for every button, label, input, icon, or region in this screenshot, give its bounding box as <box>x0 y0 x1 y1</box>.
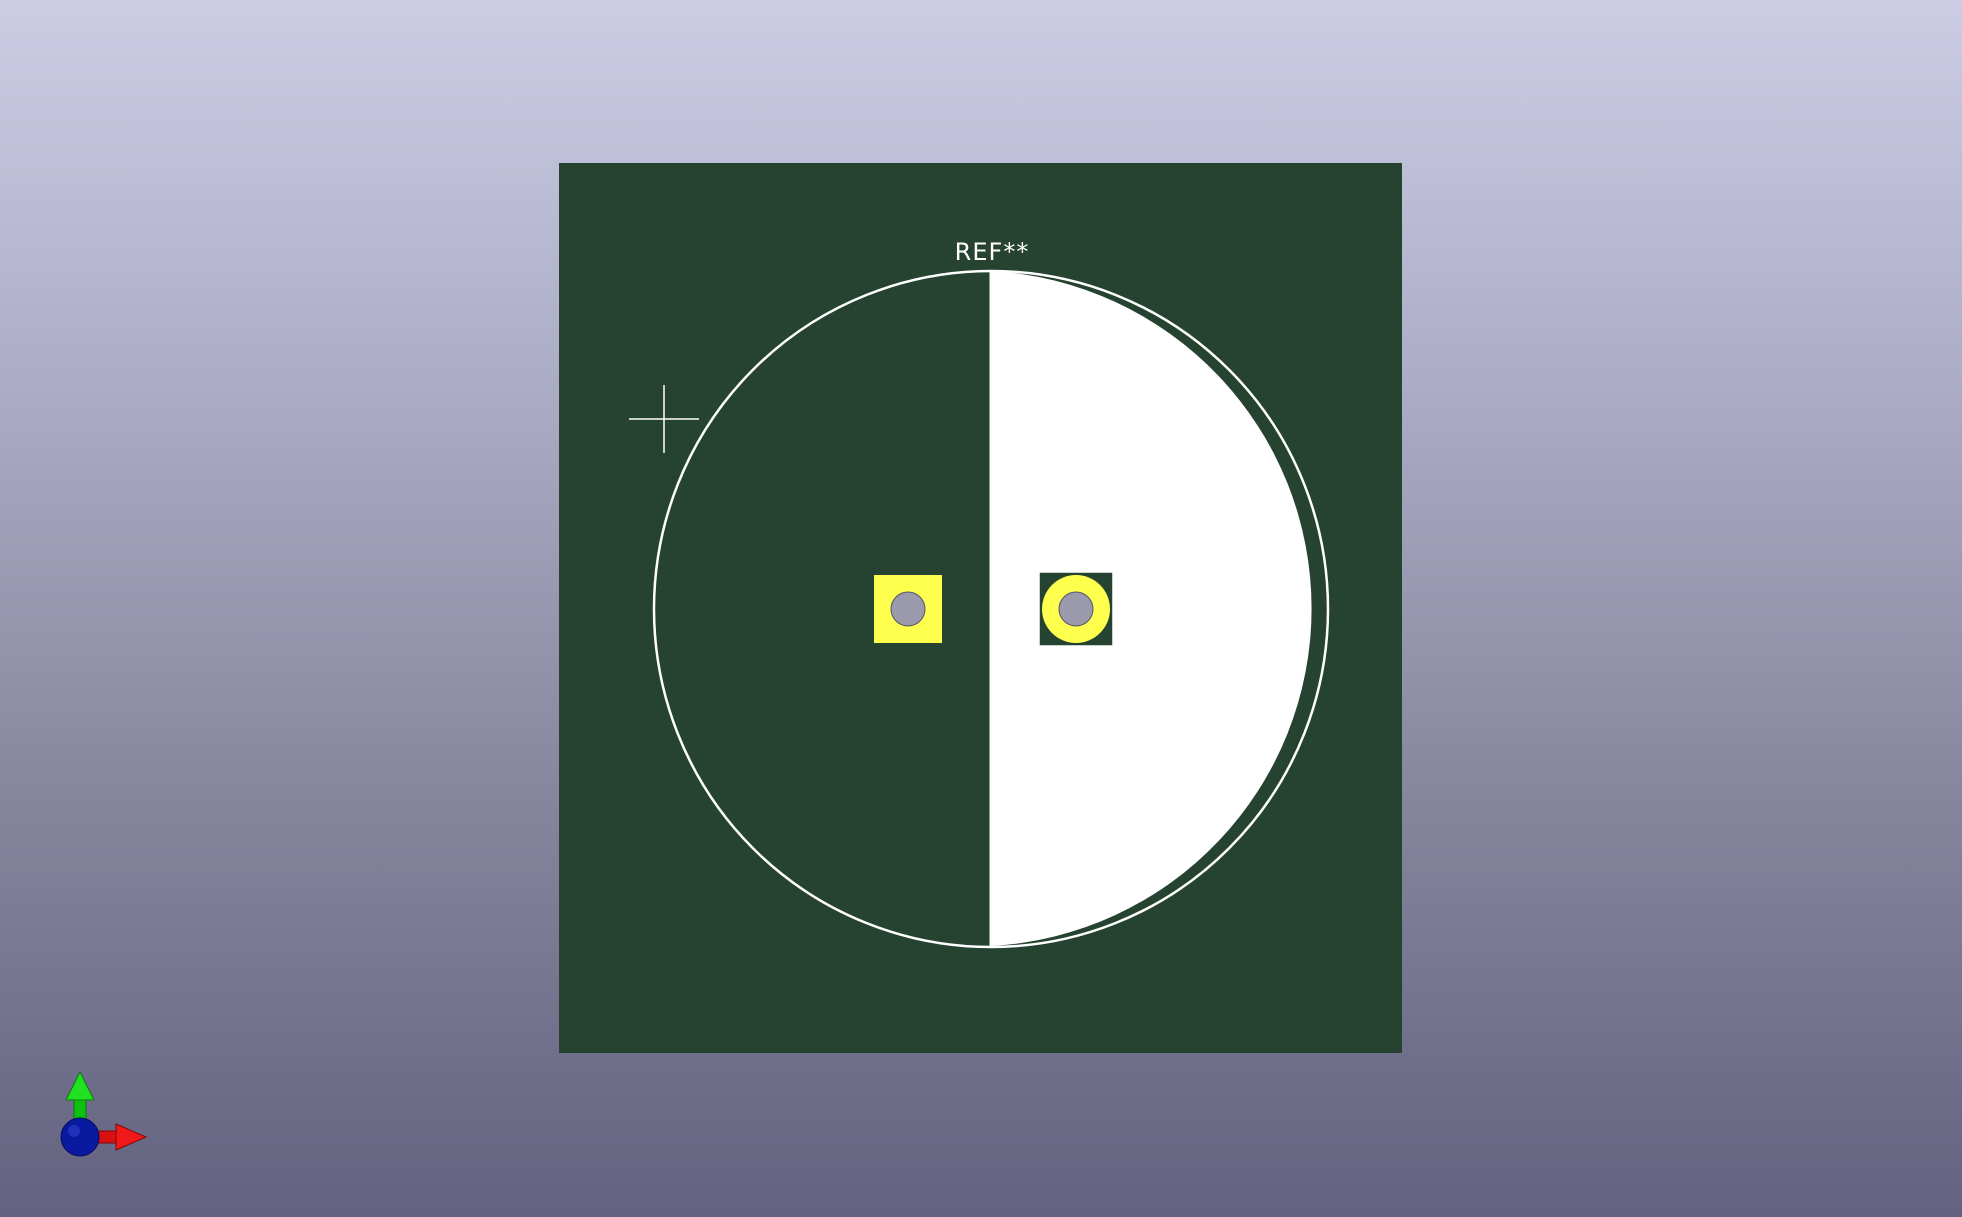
pad-2-hole <box>1058 591 1094 627</box>
y-axis-arrow-icon <box>65 1070 95 1126</box>
z-axis-highlight <box>68 1125 80 1137</box>
pad-1[interactable] <box>874 575 942 643</box>
z-axis-origin-icon <box>60 1117 100 1157</box>
reference-designator: REF** <box>955 238 1030 266</box>
pad-2[interactable] <box>1038 571 1114 647</box>
3d-viewport[interactable]: REF** <box>0 0 1962 1217</box>
pad-1-hole <box>890 591 926 627</box>
axis-gizmo <box>60 1070 148 1157</box>
